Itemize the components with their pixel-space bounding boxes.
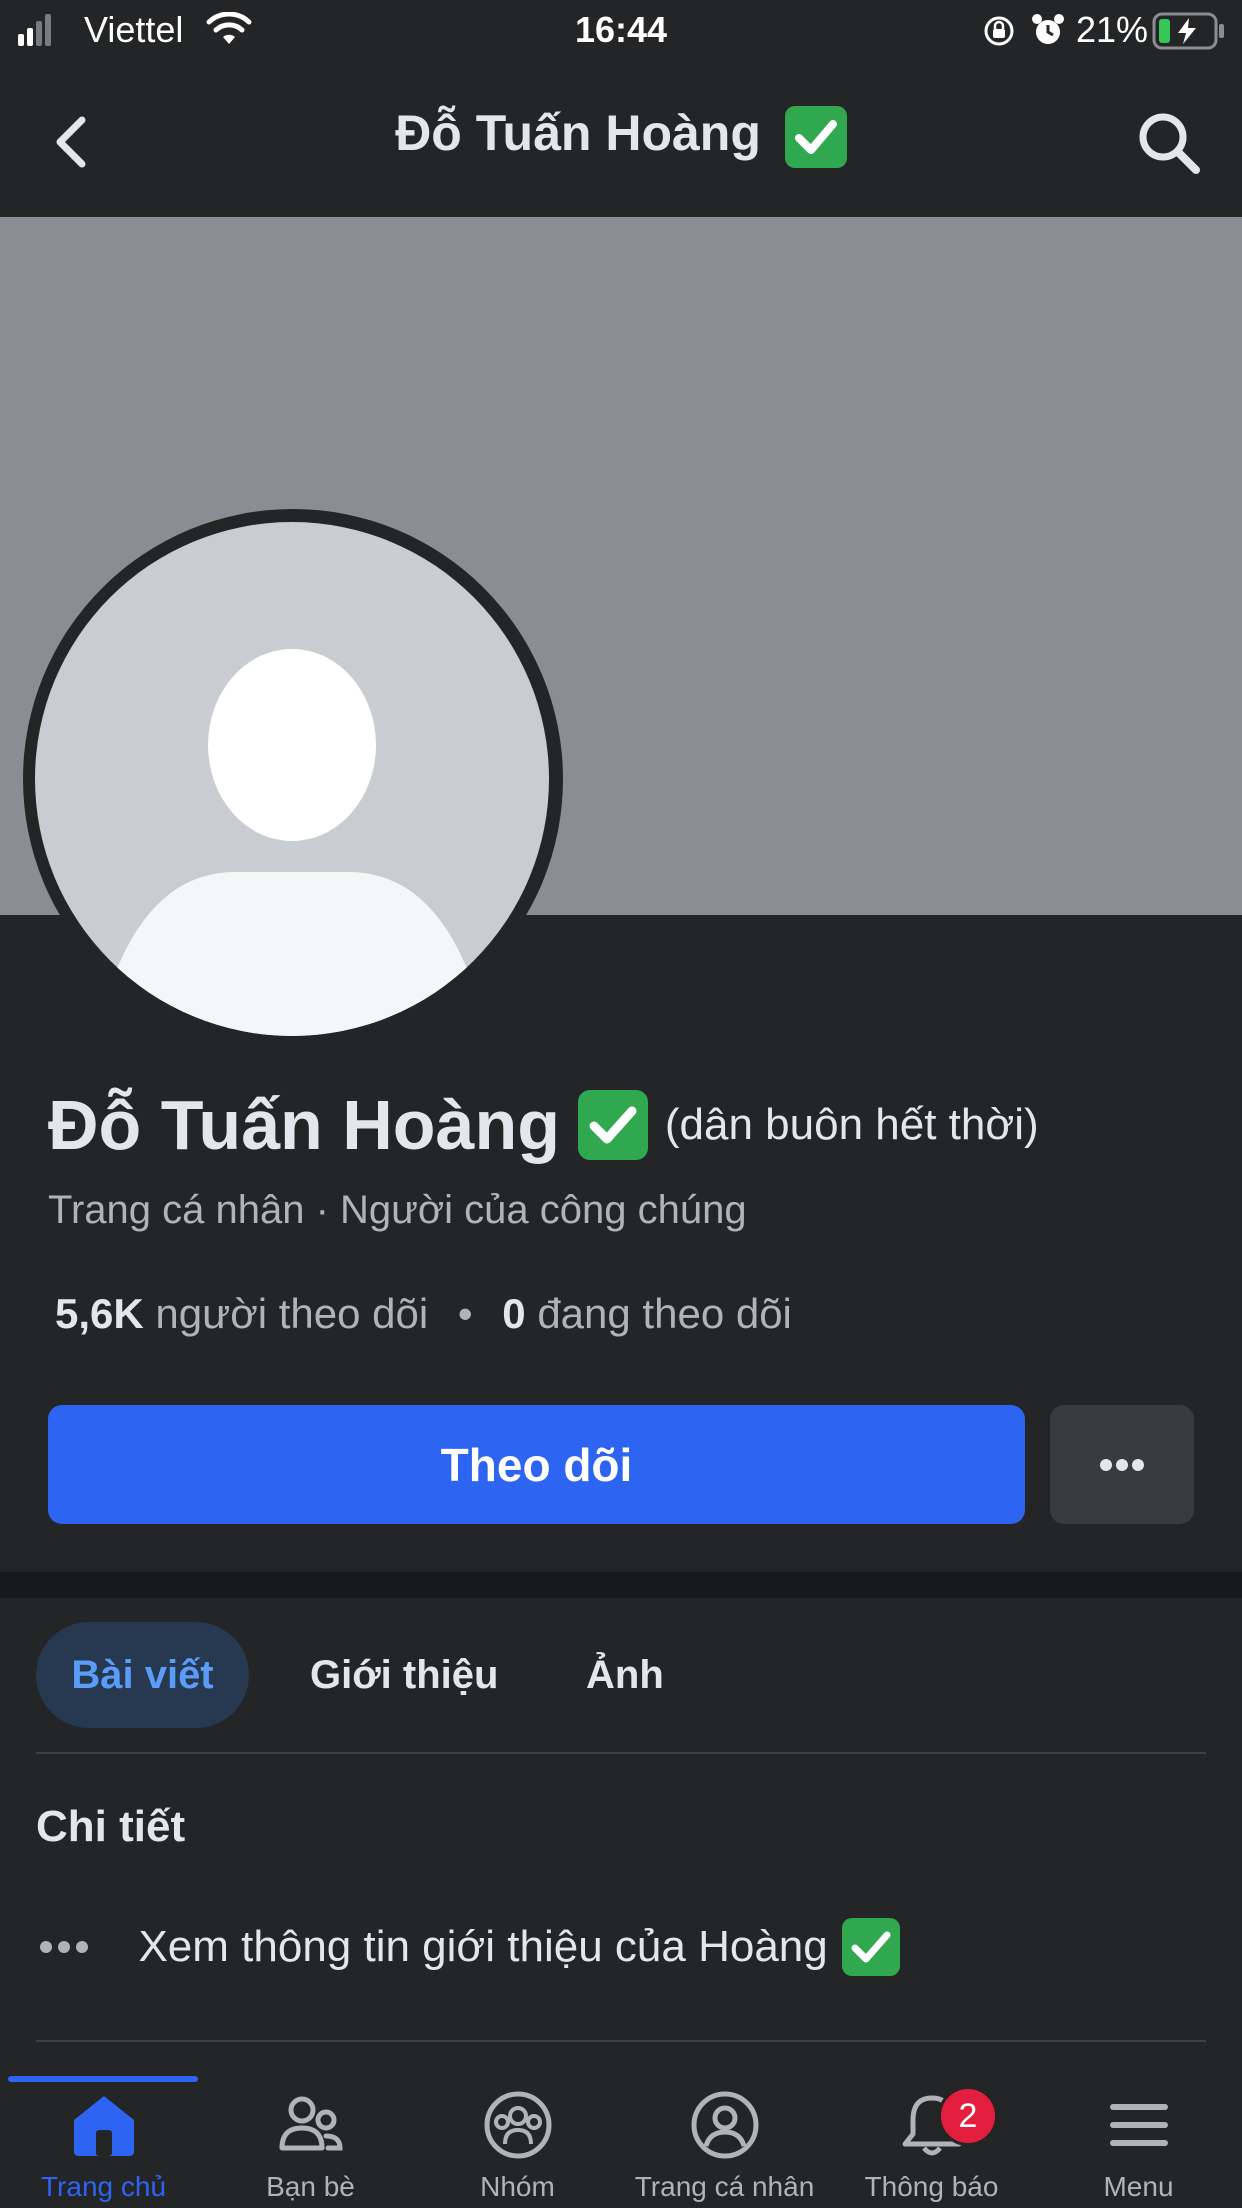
- nav-menu[interactable]: Menu: [1035, 2090, 1242, 2203]
- tabs-divider: [36, 1752, 1206, 1754]
- following-count[interactable]: 0: [502, 1290, 525, 1337]
- verified-check-icon: [784, 105, 847, 168]
- followers-count[interactable]: 5,6K: [55, 1290, 144, 1337]
- profile-nickname: (dân buôn hết thời): [664, 1100, 1039, 1149]
- battery-icon: [1152, 12, 1224, 50]
- profile-category: Trang cá nhân · Người của công chúng: [48, 1188, 747, 1232]
- verified-check-icon: [578, 1090, 649, 1160]
- friends-icon: [279, 2096, 343, 2151]
- avatar[interactable]: [35, 522, 549, 1036]
- tab-about[interactable]: Giới thiệu: [310, 1622, 498, 1728]
- nav-profile[interactable]: Trang cá nhân: [621, 2090, 828, 2203]
- nav-home-label: Trang chủ: [40, 2171, 167, 2202]
- nav-menu-label: Menu: [1103, 2171, 1174, 2202]
- follow-stats: 5,6K người theo dõi • 0 đang theo dõi: [55, 1290, 792, 1338]
- header-name: Đỗ Tuấn Hoàng: [395, 105, 761, 161]
- page-title: Đỗ Tuấn Hoàng: [0, 104, 1242, 168]
- following-label[interactable]: đang theo dõi: [537, 1290, 792, 1337]
- more-dots-icon: [40, 1941, 88, 1953]
- nav-friends-label: Bạn bè: [266, 2171, 355, 2202]
- details-heading: Chi tiết: [36, 1802, 186, 1851]
- menu-icon: [1109, 2104, 1168, 2146]
- details-divider: [36, 2040, 1206, 2042]
- status-bar: Viettel 16:44 21%: [0, 0, 1242, 62]
- tab-posts[interactable]: Bài viết: [36, 1622, 249, 1728]
- groups-icon: [484, 2091, 551, 2159]
- home-icon: [73, 2096, 134, 2156]
- nav-notifications-label: Thông báo: [864, 2171, 999, 2202]
- nav-groups[interactable]: Nhóm: [414, 2090, 621, 2203]
- tab-photos[interactable]: Ảnh: [586, 1622, 664, 1728]
- nav-friends[interactable]: Bạn bè: [207, 2090, 414, 2203]
- more-dots-icon: [1100, 1459, 1144, 1471]
- alarm-icon: [1032, 14, 1064, 44]
- default-avatar-icon: [105, 649, 479, 1036]
- profile-name-line: Đỗ Tuấn Hoàng (dân buôn hết thời): [48, 1085, 1039, 1165]
- section-divider: [0, 1572, 1242, 1598]
- see-about-row[interactable]: Xem thông tin giới thiệu của Hoàng: [36, 1918, 901, 1976]
- profile-icon: [691, 2091, 758, 2159]
- more-options-button[interactable]: [1050, 1405, 1194, 1524]
- see-about-text[interactable]: Xem thông tin giới thiệu của Hoàng: [138, 1922, 827, 1971]
- active-tab-indicator: [8, 2076, 198, 2082]
- nav-profile-label: Trang cá nhân: [634, 2171, 815, 2202]
- stats-separator: •: [457, 1290, 473, 1337]
- nav-home[interactable]: Trang chủ: [0, 2090, 207, 2203]
- nav-notifications[interactable]: Thông báo: [828, 2090, 1035, 2203]
- profile-name: Đỗ Tuấn Hoàng: [48, 1086, 560, 1164]
- verified-check-icon: [842, 1918, 901, 1976]
- battery-percent: 21%: [1076, 9, 1149, 50]
- notification-badge: 2: [938, 2086, 998, 2146]
- rotation-lock-icon: [984, 16, 1014, 46]
- followers-label[interactable]: người theo dõi: [155, 1290, 428, 1337]
- nav-groups-label: Nhóm: [480, 2171, 555, 2202]
- top-nav-bar: Đỗ Tuấn Hoàng: [0, 62, 1242, 217]
- follow-button[interactable]: Theo dõi: [48, 1405, 1025, 1524]
- search-icon[interactable]: [1136, 110, 1202, 176]
